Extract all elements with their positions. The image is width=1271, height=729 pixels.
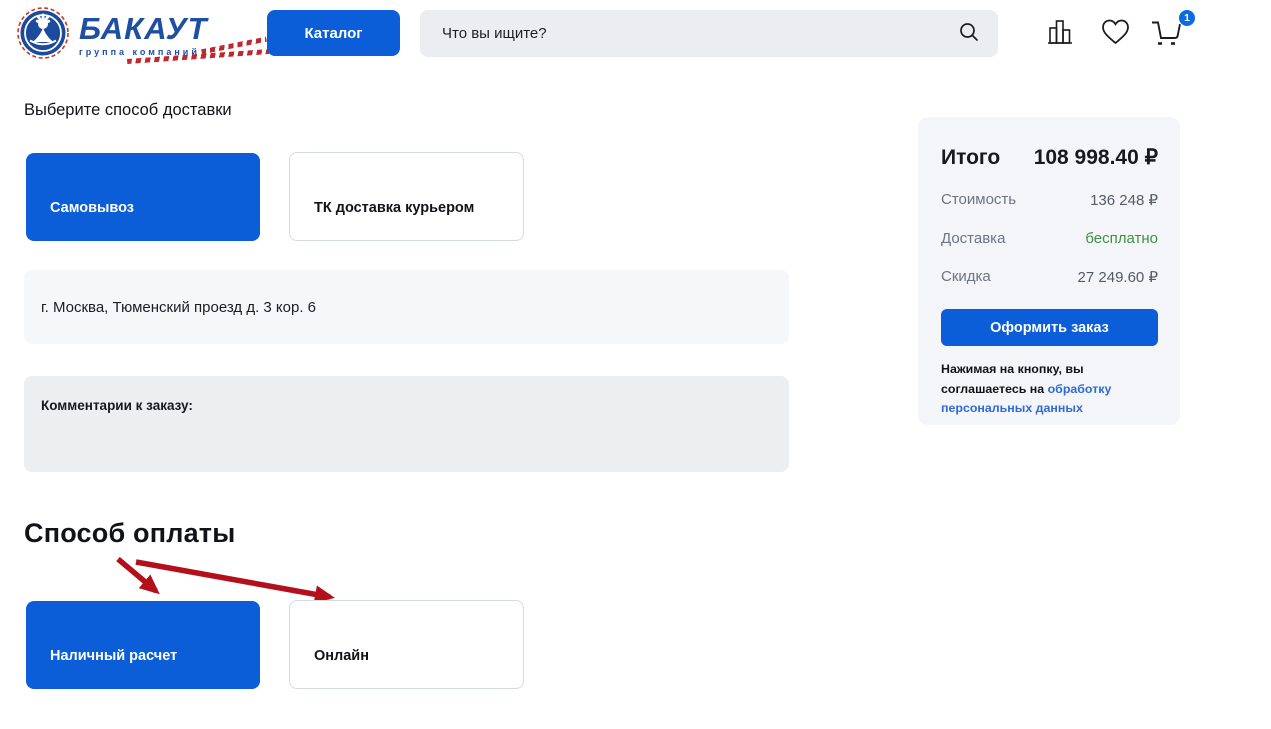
summary-row-delivery: Доставка бесплатно bbox=[941, 230, 1158, 247]
consent-disclaimer: Нажимая на кнопку, вы соглашаетесь на об… bbox=[941, 360, 1158, 419]
payment-section-title: Способ оплаты bbox=[24, 518, 235, 549]
logo[interactable]: БАКАУТ группа компаний bbox=[17, 7, 208, 64]
delivery-section-title: Выберите способ доставки bbox=[24, 101, 232, 120]
summary-row-cost: Стоимость 136 248 ₽ bbox=[941, 191, 1158, 209]
search-icon bbox=[958, 21, 980, 46]
search-button[interactable] bbox=[958, 21, 998, 46]
compare-button[interactable] bbox=[1046, 16, 1076, 48]
total-row: Итого 108 998.40 ₽ bbox=[941, 145, 1158, 170]
search-bar bbox=[420, 10, 998, 57]
delivery-option-pickup[interactable]: Самовывоз bbox=[26, 153, 260, 241]
delivery-value: бесплатно bbox=[1085, 230, 1158, 247]
heart-icon bbox=[1099, 16, 1132, 47]
order-summary-panel: Итого 108 998.40 ₽ Стоимость 136 248 ₽ Д… bbox=[918, 117, 1180, 425]
catalog-button[interactable]: Каталог bbox=[267, 10, 400, 56]
order-comment-field[interactable]: Комментарии к заказу: bbox=[24, 376, 789, 472]
payment-option-online[interactable]: Онлайн bbox=[289, 600, 524, 689]
total-value: 108 998.40 ₽ bbox=[1034, 145, 1158, 170]
bar-chart-icon bbox=[1046, 16, 1076, 48]
delivery-option-courier[interactable]: ТК доставка курьером bbox=[289, 152, 524, 241]
cost-value: 136 248 ₽ bbox=[1090, 191, 1158, 209]
delivery-label: Доставка bbox=[941, 230, 1005, 247]
discount-label: Скидка bbox=[941, 268, 991, 286]
pickup-address-field[interactable]: г. Москва, Тюменский проезд д. 3 кор. 6 bbox=[24, 270, 789, 344]
summary-row-discount: Скидка 27 249.60 ₽ bbox=[941, 268, 1158, 286]
favorites-button[interactable] bbox=[1099, 16, 1132, 47]
checkout-button[interactable]: Оформить заказ bbox=[941, 309, 1158, 346]
cart-button[interactable]: 1 bbox=[1149, 16, 1187, 49]
payment-option-cash[interactable]: Наличный расчет bbox=[26, 601, 260, 689]
search-input[interactable] bbox=[420, 10, 958, 57]
discount-value: 27 249.60 ₽ bbox=[1078, 268, 1158, 286]
total-label: Итого bbox=[941, 146, 1000, 170]
cost-label: Стоимость bbox=[941, 191, 1016, 209]
logo-emblem-icon bbox=[17, 7, 69, 64]
cart-count-badge: 1 bbox=[1178, 9, 1196, 27]
logo-text: БАКАУТ группа компаний bbox=[79, 7, 208, 57]
logo-title: БАКАУТ bbox=[79, 13, 208, 44]
